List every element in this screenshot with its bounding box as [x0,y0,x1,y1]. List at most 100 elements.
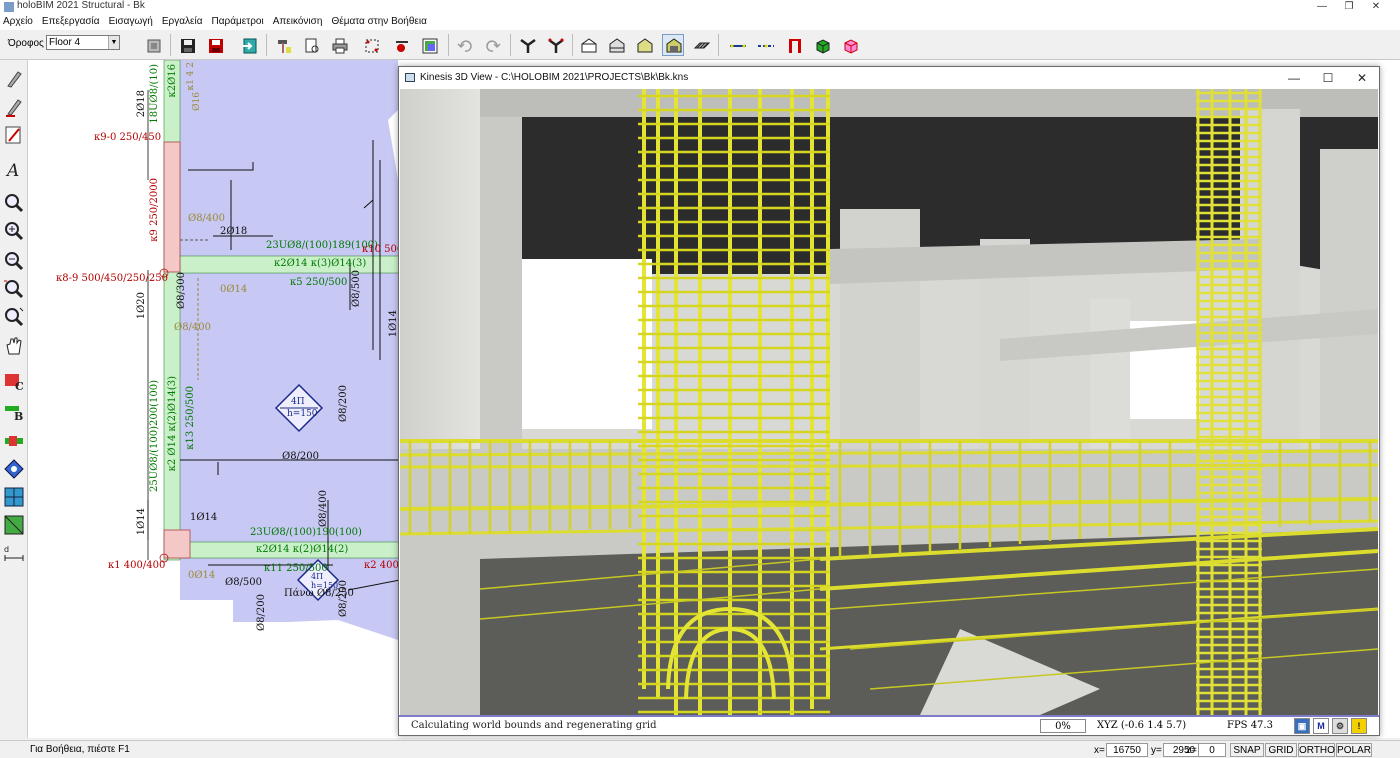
kinesis-progress: 0% [1040,719,1086,733]
kinesis-close-button[interactable]: ✕ [1347,69,1377,87]
menu-file[interactable]: Αρχείο [0,14,36,30]
line-dash-button[interactable] [754,34,776,56]
rebar-label: 2Ø18 [220,226,248,237]
rebar-label: κ2 Ø14 κ(2)Ø14(3) [167,376,178,472]
floor-select[interactable]: Floor 4 ▼ [46,35,120,50]
node-button[interactable] [390,34,412,56]
area-tool[interactable] [3,514,25,536]
status-bar: Για Βοήθεια, πιέστε F1 x= 16750 y= 2950 … [0,740,1400,758]
line-icon [730,44,746,48]
print-preview-button[interactable] [300,34,322,56]
text-a-icon: A [5,161,19,181]
beam-b-tool[interactable]: B [3,400,25,423]
chevron-down-icon[interactable]: ▼ [108,36,119,49]
view-3d-slab-button[interactable] [605,34,627,56]
kinesis-minimize-button[interactable]: — [1279,69,1309,87]
rebar-label: Ø8/400 [174,322,212,333]
view-hatch-button[interactable] [690,34,712,56]
zoom-out-tool[interactable] [3,250,25,272]
save-button[interactable] [176,34,198,56]
save-as-button[interactable] [204,34,226,56]
rebar-label: κ2Ø14 κ(3)Ø14(3) [274,258,367,269]
kinesis-3d-window[interactable]: Kinesis 3D View - C:\HOLOBIM 2021\PROJEC… [398,66,1380,736]
kinesis-screenshot-button[interactable]: ▣ [1294,718,1310,734]
dimension-icon: d [4,545,24,561]
kinesis-settings-button[interactable]: ⚙ [1332,718,1348,734]
floor-value: Floor 4 [49,37,81,48]
zoom-tool[interactable] [3,192,25,214]
kinesis-title-bar[interactable]: Kinesis 3D View - C:\HOLOBIM 2021\PROJEC… [399,67,1379,89]
rebar-3d-render [400,89,1378,715]
rebar-label: Ø8/200 [338,580,349,618]
toolbar-separator [718,34,719,56]
kinesis-status-message: Calculating world bounds and regeneratin… [411,720,657,731]
print-button[interactable] [328,34,350,56]
layers-button[interactable] [418,34,440,56]
select-button[interactable] [360,34,382,56]
house-slab-icon [609,38,625,53]
rebar-label: Ø8/400 [188,213,226,224]
cube-red-button[interactable] [839,34,861,56]
toolbar-separator [266,34,267,56]
kinesis-m-button[interactable]: M [1313,718,1329,734]
beam-button[interactable] [544,34,566,56]
view-3d-active-button[interactable] [662,34,684,56]
rebar-label: 0Ø14 [220,284,248,295]
menu-tools[interactable]: Εργαλεία [159,14,206,30]
kinesis-maximize-button[interactable]: ☐ [1313,69,1343,87]
menu-help[interactable]: Θέματα στην Βοήθεια [328,14,429,30]
slab-tool[interactable] [3,458,25,480]
pen-tool-2[interactable] [3,96,25,118]
toolbar-separator [510,34,511,56]
cube-green-button[interactable] [811,34,833,56]
minimize-button[interactable]: — [1310,0,1334,14]
ortho-toggle[interactable]: ORTHO [1298,743,1335,757]
kinesis-3d-viewport[interactable] [400,89,1378,715]
beam-label: κ2 400 [364,560,399,571]
snap-toggle[interactable]: SNAP [1230,743,1264,757]
zoom-all-tool[interactable] [3,306,25,328]
svg-text:B: B [14,410,23,422]
frame-button[interactable] [783,34,805,56]
column-c-tool[interactable]: C [3,370,25,393]
zoom-in-tool[interactable] [3,220,25,242]
beam-icon [548,38,564,53]
edit-tool[interactable] [3,124,25,146]
menu-view[interactable]: Απεικόνιση [270,14,326,30]
text-tool[interactable]: A [3,158,25,181]
import-button[interactable] [238,34,260,56]
grid-toggle[interactable]: GRID [1265,743,1297,757]
svg-text:C: C [15,380,24,392]
view-3d-solid-button[interactable] [577,34,599,56]
menu-insert[interactable]: Εισαγωγή [106,14,156,30]
beam-red-tool[interactable] [3,430,25,452]
rebar-label: κ2Ø14 κ(2)Ø14(2) [256,544,349,555]
kinesis-warning-button[interactable]: ! [1351,718,1367,734]
undo-button[interactable] [453,34,475,56]
polar-toggle[interactable]: POLAR [1336,743,1372,757]
dim-tool[interactable]: d [3,542,25,564]
view-3d-reinf-button[interactable] [633,34,655,56]
menu-parameters[interactable]: Παράμετροι [209,14,267,30]
pen-tool[interactable] [3,68,25,90]
redo-button[interactable] [481,34,503,56]
kinesis-title: Kinesis 3D View - C:\HOLOBIM 2021\PROJEC… [420,72,689,83]
pan-tool[interactable] [3,334,25,356]
hammer-icon [278,40,291,53]
column-button[interactable] [516,34,538,56]
zoom-window-tool[interactable] [3,278,25,300]
stop-icon [147,39,161,53]
close-button[interactable]: ✕ [1364,0,1388,14]
line-style-button[interactable] [726,34,748,56]
stirrup-label: 23UØ8/(100)190(100) [250,527,362,538]
grid-tool[interactable] [3,486,25,508]
printer-icon [332,38,348,54]
restore-button[interactable]: ❐ [1337,0,1361,14]
cube-green-icon [816,39,830,54]
stop-button[interactable] [142,34,164,56]
column-label: κ9 250/2000 [149,178,160,242]
tools-button[interactable] [272,34,294,56]
print-preview-icon [305,38,319,53]
menu-edit[interactable]: Επεξεργασία [39,14,103,30]
slab-label: 4Π [311,572,324,581]
